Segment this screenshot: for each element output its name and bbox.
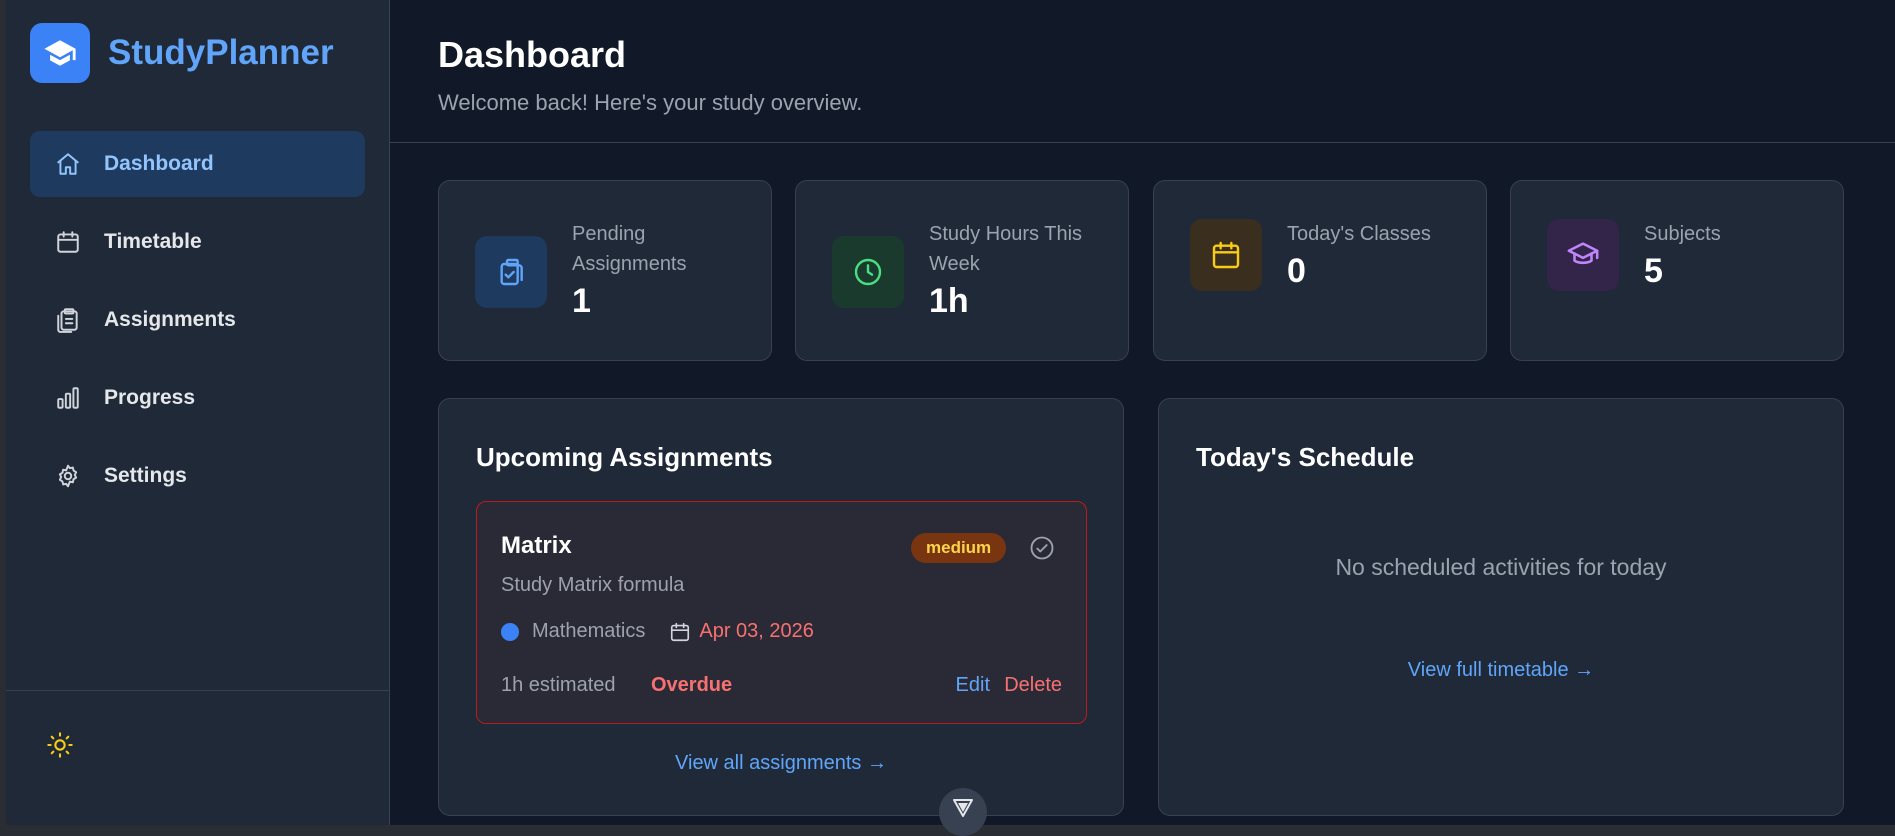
sidebar-footer [6,690,389,825]
clipboard-check-icon [475,236,547,308]
assignment-title: Matrix [501,532,572,559]
clock-icon [832,236,904,308]
stat-card-pending-assignments[interactable]: Pending Assignments 1 [438,180,772,361]
panel-title: Today's Schedule [1196,442,1415,472]
assignment-card[interactable]: Matrix medium Study Matrix formula Mathe… [476,501,1087,724]
sidebar-item-label: Timetable [104,230,202,253]
delete-button[interactable]: Delete [1004,674,1062,697]
sidebar-item-assignments[interactable]: Assignments [30,287,365,353]
graduation-cap-icon [1547,219,1619,291]
calendar-icon [1190,219,1262,291]
page-header: Dashboard Welcome back! Here's your stud… [390,0,1895,143]
app-window: StudyPlanner Dashboard Timetable Assignm… [6,0,1895,836]
page-title: Dashboard [438,34,627,75]
check-circle-icon[interactable] [1028,534,1056,562]
stat-card-todays-classes[interactable]: Today's Classes 0 [1153,180,1487,361]
page-subtitle: Welcome back! Here's your study overview… [438,90,863,115]
todays-schedule-panel: Today's Schedule No scheduled activities… [1158,398,1844,816]
stat-text: Study Hours This Week 1h [929,219,1108,321]
stat-value: 1h [929,282,969,320]
calendar-icon [669,621,691,643]
stat-label: Subjects [1644,223,1721,245]
edit-button[interactable]: Edit [956,674,990,697]
clipboard-icon [54,306,82,334]
sidebar-item-label: Settings [104,464,187,487]
upcoming-assignments-panel: Upcoming Assignments Matrix medium Study… [438,398,1124,816]
stat-card-subjects[interactable]: Subjects 5 [1510,180,1844,361]
gear-icon [54,462,82,490]
stat-value: 5 [1644,252,1663,290]
sidebar-item-label: Dashboard [104,152,214,175]
stat-text: Pending Assignments 1 [572,219,751,321]
sidebar-item-progress[interactable]: Progress [30,365,365,431]
assignment-meta: Mathematics Apr 03, 2026 [501,620,814,643]
assignment-description: Study Matrix formula [501,574,685,596]
app-name: StudyPlanner [108,33,334,72]
due-date: Apr 03, 2026 [699,620,814,642]
stat-value: 1 [572,282,591,320]
stat-label: Today's Classes [1287,223,1431,245]
status-badge: Overdue [651,674,733,696]
empty-schedule-message: No scheduled activities for today [1335,554,1667,580]
stat-value: 0 [1287,252,1306,290]
sun-icon[interactable] [46,731,74,759]
view-full-timetable-link[interactable]: View full timetable → [1159,659,1843,682]
priority-badge: medium [911,533,1007,563]
main-content: Dashboard Welcome back! Here's your stud… [390,0,1895,836]
panel-title: Upcoming Assignments [476,442,773,472]
graduation-cap-icon [30,23,90,83]
bar-chart-icon [54,384,82,412]
calendar-icon [54,228,82,256]
view-all-assignments-link[interactable]: View all assignments → [439,752,1123,775]
sidebar: StudyPlanner Dashboard Timetable Assignm… [6,0,390,825]
stat-text: Today's Classes 0 [1287,219,1466,291]
sidebar-item-label: Progress [104,386,196,409]
subject-color-dot [501,622,519,641]
stat-label: Pending Assignments [572,223,687,275]
sidebar-item-dashboard[interactable]: Dashboard [30,131,365,197]
stat-label: Study Hours This Week [929,223,1083,275]
sidebar-item-settings[interactable]: Settings [30,443,365,509]
subject-name: Mathematics [532,620,646,642]
estimated-time: 1h estimated [501,674,616,696]
stat-text: Subjects 5 [1644,219,1823,291]
chevron-down-icon [951,797,975,824]
home-icon [54,150,82,178]
stat-card-study-hours[interactable]: Study Hours This Week 1h [795,180,1129,361]
sidebar-item-timetable[interactable]: Timetable [30,209,365,275]
stats-row: Pending Assignments 1 Study Hours This W… [438,180,1844,361]
sidebar-item-label: Assignments [104,308,236,331]
sidebar-nav: Dashboard Timetable Assignments Progress… [6,106,389,509]
brand[interactable]: StudyPlanner [6,0,389,106]
